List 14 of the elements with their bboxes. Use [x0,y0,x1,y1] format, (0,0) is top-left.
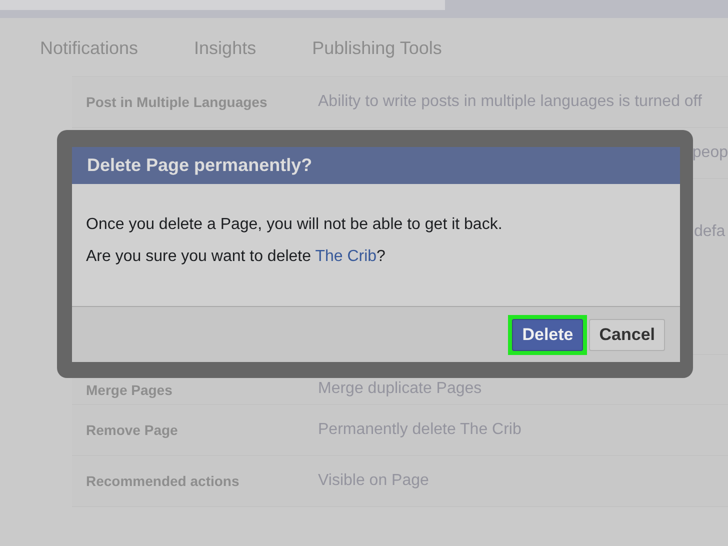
delete-button[interactable]: Delete [512,318,584,350]
setting-label: Remove Page [86,422,178,438]
tab[interactable]: Notifications [40,38,138,60]
tab[interactable]: Insights [194,38,256,60]
tab[interactable]: Publishing Tools [312,38,442,60]
dialog-title: Delete Page permanently? [87,155,312,176]
dialog-message: Once you delete a Page, you will not be able to get it back. [86,216,504,234]
setting-label: Recommended actions [86,473,240,489]
setting-label: Merge Pages [86,382,172,398]
dialog-question: Are you sure you want to delete The Crib? [86,248,386,266]
page-link[interactable]: The Crib [315,248,377,265]
cancel-button[interactable]: Cancel [589,318,665,350]
setting-label: Post in Multiple Languages [86,94,268,110]
search-field[interactable] [0,0,445,10]
